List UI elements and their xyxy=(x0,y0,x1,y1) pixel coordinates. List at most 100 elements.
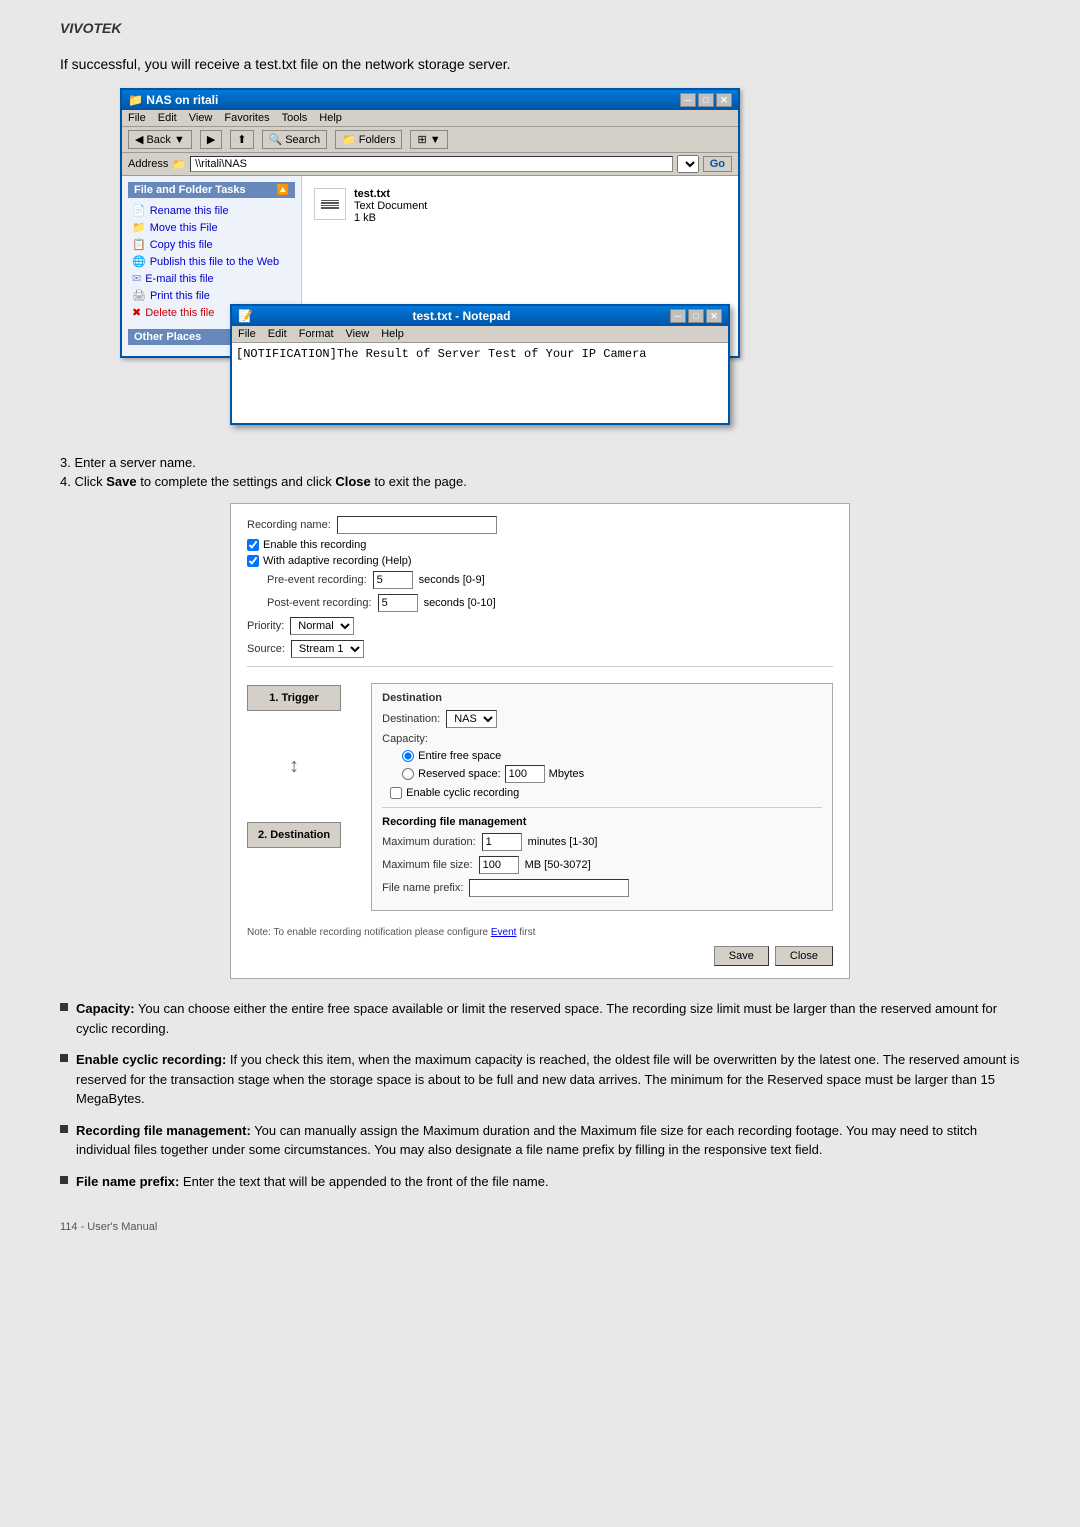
go-button[interactable]: Go xyxy=(703,156,732,172)
enable-recording-row: Enable this recording xyxy=(247,539,833,551)
post-event-input[interactable] xyxy=(378,594,418,612)
event-link[interactable]: Event xyxy=(491,927,517,938)
bullet-text-cyclic: Enable cyclic recording: If you check th… xyxy=(76,1050,1020,1109)
notepad-menu-format[interactable]: Format xyxy=(299,328,334,340)
print-file-item[interactable]: 🖨 Print this file xyxy=(128,287,295,304)
views-button[interactable]: ⊞ ▼ xyxy=(410,130,447,149)
notepad-menu-help[interactable]: Help xyxy=(381,328,404,340)
footer-text: 114 - User's Manual xyxy=(60,1221,1020,1233)
file-type: Text Document xyxy=(354,200,427,212)
destination-select[interactable]: NAS xyxy=(446,710,497,728)
bullet-icon xyxy=(60,1176,68,1184)
rename-file-item[interactable]: 📄 Rename this file xyxy=(128,202,295,219)
enable-cyclic-checkbox[interactable] xyxy=(390,787,402,799)
collapse-icon[interactable]: 🔼 xyxy=(277,185,289,196)
notepad-minimize-button[interactable]: ─ xyxy=(670,309,686,323)
menu-file[interactable]: File xyxy=(128,112,146,124)
forward-button[interactable]: ▶ xyxy=(200,130,222,149)
email-file-item[interactable]: ✉ E-mail this file xyxy=(128,270,295,287)
bullet-icon xyxy=(60,1125,68,1133)
file-icon xyxy=(314,188,346,220)
pre-event-unit: seconds [0-9] xyxy=(419,574,485,586)
trigger-step-box[interactable]: 1. Trigger xyxy=(247,685,341,711)
intro-text: If successful, you will receive a test.t… xyxy=(60,56,1020,72)
menu-favorites[interactable]: Favorites xyxy=(224,112,269,124)
bullet-bold-capacity: Capacity: xyxy=(76,1001,135,1016)
form-button-row: Save Close xyxy=(247,946,833,966)
pre-event-label: Pre-event recording: xyxy=(267,574,367,586)
bullet-item-prefix: File name prefix: Enter the text that wi… xyxy=(60,1172,1020,1192)
recording-name-label: Recording name: xyxy=(247,519,331,531)
note-text: Note: To enable recording notification p… xyxy=(247,927,833,938)
search-button[interactable]: 🔍 Search xyxy=(262,130,328,149)
menu-tools[interactable]: Tools xyxy=(282,112,308,124)
capacity-row: Capacity: xyxy=(382,733,822,745)
bullet-text-recording-mgmt: Recording file management: You can manua… xyxy=(76,1121,1020,1160)
move-file-item[interactable]: 📁 Move this File xyxy=(128,219,295,236)
search-icon: 🔍 xyxy=(269,133,283,146)
notepad-maximize-button[interactable]: □ xyxy=(688,309,704,323)
folder-icon: 📁 xyxy=(128,93,146,107)
source-select[interactable]: Stream 1 xyxy=(291,640,364,658)
pre-event-input[interactable] xyxy=(373,571,413,589)
chevron-down-icon: ▼ xyxy=(174,134,185,146)
reserved-space-radio[interactable] xyxy=(402,768,414,780)
address-icon: 📁 xyxy=(172,158,186,171)
reserved-space-label: Reserved space: xyxy=(418,768,501,780)
save-bold: Save xyxy=(106,474,136,489)
post-event-label: Post-event recording: xyxy=(267,597,372,609)
recording-name-input[interactable] xyxy=(337,516,497,534)
max-duration-label: Maximum duration: xyxy=(382,836,476,848)
address-input[interactable] xyxy=(190,156,673,172)
views-icon: ⊞ xyxy=(417,133,426,146)
maximize-button[interactable]: □ xyxy=(698,93,714,107)
close-button[interactable]: ✕ xyxy=(716,93,732,107)
minimize-button[interactable]: ─ xyxy=(680,93,696,107)
destination-title: Destination xyxy=(382,692,822,704)
destination-box: Destination Destination: NAS Capacity: E… xyxy=(371,683,833,911)
max-duration-input[interactable] xyxy=(482,833,522,851)
max-duration-row: Maximum duration: minutes [1-30] xyxy=(382,833,822,851)
address-label: Address xyxy=(128,158,168,170)
explorer-title: 📁 NAS on ritali xyxy=(128,93,218,107)
reserved-space-input[interactable] xyxy=(505,765,545,783)
recording-file-mgmt-label: Recording file management xyxy=(382,816,526,828)
enable-recording-checkbox[interactable] xyxy=(247,539,259,551)
copy-icon: 📋 xyxy=(132,238,146,251)
priority-select[interactable]: Normal xyxy=(290,617,354,635)
bullet-item-recording-mgmt: Recording file management: You can manua… xyxy=(60,1121,1020,1160)
notepad-menu-file[interactable]: File xyxy=(238,328,256,340)
max-file-size-input[interactable] xyxy=(479,856,519,874)
menu-edit[interactable]: Edit xyxy=(158,112,177,124)
bullet-bold-prefix: File name prefix: xyxy=(76,1174,179,1189)
notepad-close-button[interactable]: ✕ xyxy=(706,309,722,323)
explorer-window-buttons[interactable]: ─ □ ✕ xyxy=(680,93,732,107)
adaptive-recording-label: With adaptive recording (Help) xyxy=(263,555,412,567)
explorer-menubar: File Edit View Favorites Tools Help xyxy=(122,110,738,127)
back-button[interactable]: ◀ Back ▼ xyxy=(128,130,192,149)
folders-button[interactable]: 📁 Folders xyxy=(335,130,402,149)
file-name-prefix-input[interactable] xyxy=(469,879,629,897)
up-button[interactable]: ⬆ xyxy=(230,130,253,149)
close-form-button[interactable]: Close xyxy=(775,946,833,966)
post-event-row: Post-event recording: seconds [0-10] xyxy=(247,594,833,612)
publish-file-item[interactable]: 🌐 Publish this file to the Web xyxy=(128,253,295,270)
publish-icon: 🌐 xyxy=(132,255,146,268)
entire-free-space-radio[interactable] xyxy=(402,750,414,762)
recording-name-row: Recording name: xyxy=(247,516,833,534)
pre-event-row: Pre-event recording: seconds [0-9] xyxy=(247,571,833,589)
menu-view[interactable]: View xyxy=(189,112,213,124)
back-icon: ◀ xyxy=(135,133,143,146)
notepad-menu-view[interactable]: View xyxy=(346,328,370,340)
print-icon: 🖨 xyxy=(132,289,146,302)
destination-step-box[interactable]: 2. Destination xyxy=(247,822,341,848)
menu-help[interactable]: Help xyxy=(319,112,342,124)
notepad-window-buttons[interactable]: ─ □ ✕ xyxy=(670,309,722,323)
max-duration-unit: minutes [1-30] xyxy=(528,836,598,848)
address-dropdown[interactable] xyxy=(677,155,699,173)
save-button[interactable]: Save xyxy=(714,946,769,966)
copy-file-item[interactable]: 📋 Copy this file xyxy=(128,236,295,253)
adaptive-recording-checkbox[interactable] xyxy=(247,555,259,567)
notepad-menu-edit[interactable]: Edit xyxy=(268,328,287,340)
step-3: 3. Enter a server name. xyxy=(60,455,1020,470)
